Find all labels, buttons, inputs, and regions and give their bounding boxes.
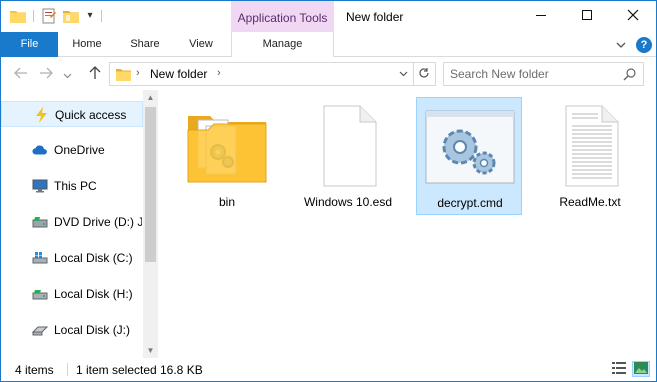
selection-size: 16.8 KB	[160, 363, 203, 377]
window-title: New folder	[346, 10, 404, 24]
nav-item-label: Local Disk (H:)	[54, 287, 133, 301]
ribbon-tabs: File Home Share View Manage ?	[1, 32, 656, 57]
arrow-up-icon	[89, 65, 101, 83]
nav-item-label: OneDrive	[54, 143, 105, 157]
nav-item-quick-access[interactable]: Quick access	[1, 101, 143, 127]
nav-item-label: Local Disk (C:)	[54, 251, 133, 265]
tab-manage[interactable]: Manage	[231, 32, 334, 57]
folder-icon	[174, 100, 280, 192]
title-bar: ▾ Application Tools New folder	[1, 1, 656, 32]
disk-icon	[32, 286, 48, 302]
nav-item-local-disk-j[interactable]: Local Disk (J:)	[1, 317, 143, 343]
file-item-bin[interactable]: bin	[174, 97, 280, 215]
customize-quick-access-dropdown[interactable]: ▾	[83, 10, 97, 22]
tab-home[interactable]: Home	[62, 32, 112, 57]
forward-button[interactable]	[36, 64, 56, 84]
nav-item-onedrive[interactable]: OneDrive	[1, 137, 143, 163]
breadcrumb-separator-icon[interactable]: ›	[217, 67, 221, 79]
navigation-pane: Quick access OneDrive This PC DVD Drive …	[1, 90, 158, 358]
nav-item-local-disk-c[interactable]: Local Disk (C:)	[1, 245, 143, 271]
navigation-scrollbar[interactable]: ▲ ▼	[143, 90, 158, 358]
folder-app-icon[interactable]	[10, 8, 26, 24]
file-name: decrypt.cmd	[437, 196, 503, 210]
tab-file[interactable]: File	[1, 32, 58, 57]
arrow-right-icon	[39, 66, 53, 82]
item-count: 4 items	[15, 363, 54, 377]
recent-locations-dropdown[interactable]	[60, 64, 74, 84]
file-name: bin	[218, 195, 235, 209]
file-item-decrypt-cmd[interactable]: decrypt.cmd	[416, 97, 522, 215]
chevron-down-icon	[63, 66, 72, 82]
file-item-readme-txt[interactable]: ReadMe.txt	[537, 97, 643, 215]
chevron-down-icon	[614, 41, 628, 55]
expand-ribbon-button[interactable]	[614, 38, 628, 52]
nav-item-label: This PC	[54, 179, 97, 193]
new-folder-icon[interactable]	[63, 8, 79, 24]
up-button[interactable]	[85, 64, 105, 84]
address-history-dropdown[interactable]	[394, 66, 412, 82]
address-bar[interactable]: › New folder ›	[109, 62, 436, 86]
large-icons-view-icon	[634, 361, 648, 377]
nav-item-label: Quick access	[55, 108, 127, 122]
windows-disk-icon	[32, 250, 48, 266]
properties-icon[interactable]	[41, 8, 57, 24]
star-icon	[33, 107, 49, 123]
close-button[interactable]	[610, 1, 656, 32]
dvd-drive-icon	[32, 214, 48, 230]
maximize-icon	[581, 9, 593, 24]
disk-icon	[32, 322, 48, 338]
nav-item-dvd-drive[interactable]: DVD Drive (D:) J_	[1, 209, 143, 235]
file-list: bin Windows 10.esd decrypt.cmd ReadMe.tx…	[158, 90, 656, 358]
computer-icon	[32, 178, 48, 194]
scroll-up-icon[interactable]: ▲	[143, 90, 158, 105]
status-bar: 4 items 1 item selected 16.8 KB	[1, 358, 656, 381]
breadcrumb-separator-icon[interactable]: ›	[136, 67, 140, 79]
details-view-icon	[612, 361, 626, 377]
breadcrumb-current[interactable]: New folder	[150, 67, 207, 81]
nav-item-this-pc[interactable]: This PC	[1, 173, 143, 199]
blank-file-icon	[295, 100, 401, 192]
nav-item-label: DVD Drive (D:) J_	[54, 215, 142, 229]
file-name: Windows 10.esd	[303, 195, 393, 209]
maximize-button[interactable]	[564, 1, 610, 32]
selection-count: 1 item selected	[76, 363, 157, 377]
cloud-icon	[32, 142, 48, 158]
close-icon	[627, 9, 639, 24]
search-input[interactable]	[450, 66, 620, 82]
large-icons-view-button[interactable]	[632, 361, 650, 377]
address-row: › New folder ›	[1, 58, 656, 90]
explorer-window: ▾ Application Tools New folder File Home…	[0, 0, 657, 382]
file-name: ReadMe.txt	[559, 195, 621, 209]
scroll-down-icon[interactable]: ▼	[143, 343, 158, 358]
help-button[interactable]: ?	[636, 37, 652, 53]
quick-access-separator	[33, 10, 34, 22]
address-divider	[413, 63, 414, 85]
cmd-file-icon	[417, 101, 523, 193]
details-view-button[interactable]	[610, 361, 628, 377]
scrollbar-thumb[interactable]	[145, 107, 156, 262]
search-box[interactable]	[443, 62, 644, 86]
search-icon[interactable]	[623, 67, 637, 81]
application-tools-header: Application Tools	[231, 1, 334, 32]
minimize-icon	[535, 9, 547, 24]
back-button[interactable]	[11, 64, 31, 84]
tab-share[interactable]: Share	[122, 32, 168, 57]
refresh-button[interactable]	[415, 65, 433, 83]
file-item-windows-esd[interactable]: Windows 10.esd	[295, 97, 401, 215]
text-file-icon	[537, 100, 643, 192]
status-separator	[67, 363, 68, 376]
tab-view[interactable]: View	[179, 32, 223, 57]
nav-item-local-disk-h[interactable]: Local Disk (H:)	[1, 281, 143, 307]
nav-item-label: Local Disk (J:)	[54, 323, 131, 337]
minimize-button[interactable]	[518, 1, 564, 32]
arrow-left-icon	[14, 66, 28, 82]
quick-access-separator-2	[101, 10, 102, 22]
refresh-icon	[418, 67, 430, 82]
folder-icon	[116, 68, 131, 84]
